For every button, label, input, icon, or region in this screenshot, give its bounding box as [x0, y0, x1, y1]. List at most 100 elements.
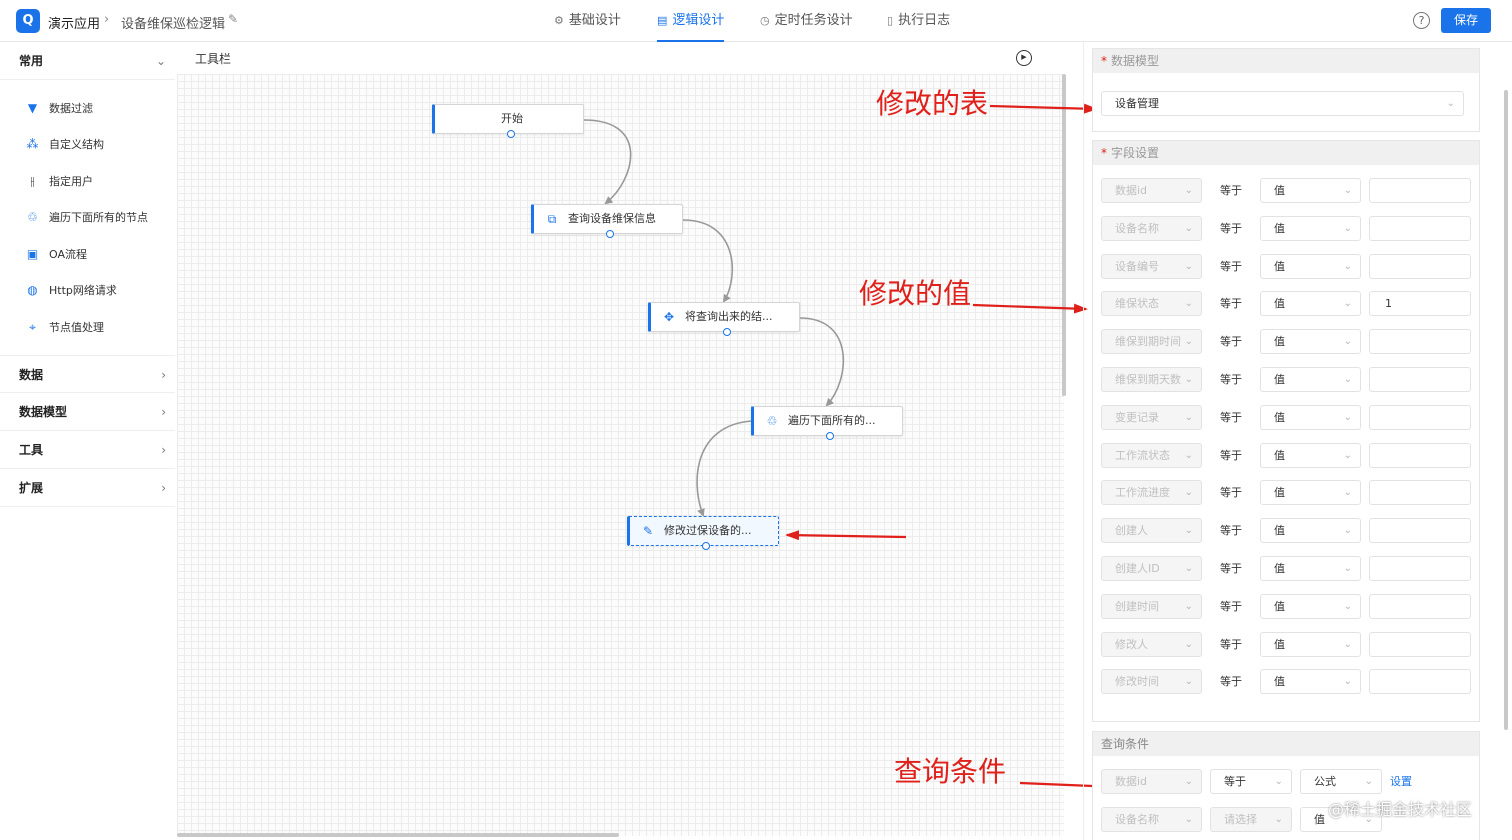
value-type-select[interactable]: 值 ⌄ — [1260, 442, 1361, 468]
value-type-select[interactable]: 值 ⌄ — [1260, 480, 1361, 506]
value-type-select[interactable]: 值 ⌄ — [1260, 215, 1361, 241]
field-value-input[interactable] — [1369, 178, 1471, 203]
flow-node-edit-expired[interactable]: ✎ 修改过保设备的... — [627, 516, 779, 550]
flow-node-query-maintenance[interactable]: ⧉ 查询设备维保信息 — [531, 204, 683, 238]
value-type-select[interactable]: 值 ⌄ — [1260, 178, 1361, 203]
palette-item-custom-structure[interactable]: ⁂ 自定义结构 — [24, 134, 105, 154]
field-name-select[interactable]: 创建人 ⌄ — [1101, 518, 1202, 544]
field-name-select[interactable]: 创建人ID ⌄ — [1101, 556, 1202, 581]
field-value-input[interactable] — [1369, 480, 1471, 506]
palette-item-http-request[interactable]: ◍ Http网络请求 — [24, 280, 117, 300]
query-field-select[interactable]: 数据id ⌄ — [1101, 769, 1202, 794]
run-play-icon[interactable]: ▶ — [1016, 50, 1032, 66]
select-value: 设备管理 — [1115, 97, 1159, 110]
query-field-select[interactable]: 设备名称 ⌄ — [1101, 807, 1202, 832]
canvas-horizontal-scrollbar[interactable] — [177, 833, 619, 837]
field-value-input[interactable]: 1 — [1369, 291, 1471, 317]
field-settings-section: * 字段设置 数据id ⌄ 等于值 ⌄ 设备名称 ⌄ 等于值 ⌄ 设备编号 ⌄ 等于值 ⌄ 维保状态 ⌄ 等于… — [1092, 140, 1480, 722]
app-logo-icon[interactable]: Q — [16, 9, 40, 33]
palette-item-node-value[interactable]: ⌖ 节点值处理 — [24, 317, 104, 337]
panel-scrollbar[interactable] — [1504, 90, 1508, 730]
field-name-select[interactable]: 工作流状态 ⌄ — [1101, 442, 1202, 468]
value-type-select[interactable]: 值 ⌄ — [1260, 329, 1361, 355]
field-name-select[interactable]: 设备名称 ⌄ — [1101, 215, 1202, 241]
edit-title-icon[interactable]: ✎ — [228, 12, 238, 26]
output-port[interactable] — [702, 542, 710, 550]
output-port[interactable] — [507, 130, 515, 138]
field-value-input[interactable] — [1369, 631, 1471, 657]
query-operator-select[interactable]: 请选择 ⌄ — [1210, 807, 1292, 832]
palette-item-loop-nodes[interactable]: ♲ 遍历下面所有的节点 — [24, 207, 148, 227]
palette-item-label: 指定用户 — [49, 175, 93, 188]
field-value-input[interactable] — [1369, 253, 1471, 279]
chevron-down-icon: ⌄ — [1184, 374, 1193, 385]
field-value-input[interactable] — [1369, 442, 1471, 468]
value-type-select[interactable]: 值 ⌄ — [1260, 253, 1361, 279]
field-value-input[interactable] — [1369, 404, 1471, 430]
group-extensions[interactable]: 扩展 › — [0, 469, 175, 507]
chevron-right-icon: › — [161, 481, 166, 495]
field-name-select[interactable]: 修改时间 ⌄ — [1101, 669, 1202, 695]
flow-canvas[interactable] — [177, 74, 1064, 836]
annotation-query-condition: 查询条件 — [894, 755, 1007, 788]
field-value-input[interactable] — [1369, 367, 1471, 392]
canvas-vertical-scrollbar[interactable] — [1062, 74, 1066, 396]
value-type-select[interactable]: 值 ⌄ — [1260, 593, 1361, 619]
tab-scheduled-task[interactable]: ◷ 定时任务设计 — [760, 0, 853, 42]
group-common[interactable]: 常用 ⌄ — [0, 42, 175, 80]
select-value: 维保状态 — [1115, 297, 1159, 311]
field-name-select[interactable]: 变更记录 ⌄ — [1101, 404, 1202, 430]
palette-item-oa-flow[interactable]: ▣ OA流程 — [24, 244, 87, 264]
flow-node-move-results[interactable]: ✥ 将查询出来的结... — [648, 302, 800, 336]
field-value-input[interactable] — [1369, 593, 1471, 619]
group-tools[interactable]: 工具 › — [0, 431, 175, 469]
palette-item-data-filter[interactable]: ▼ 数据过滤 — [24, 98, 93, 118]
node-label: 查询设备维保信息 — [568, 212, 656, 225]
field-value-input[interactable] — [1369, 556, 1471, 581]
app-name[interactable]: 演示应用 — [48, 13, 100, 32]
operator-label: 等于 — [1220, 410, 1242, 424]
field-value-input[interactable] — [1369, 215, 1471, 241]
tab-logic-design[interactable]: ▤ 逻辑设计 — [657, 0, 725, 42]
operator-label: 等于 — [1220, 562, 1242, 575]
tab-basic-design[interactable]: ⚙ 基础设计 — [554, 0, 621, 42]
value-type-select[interactable]: 值 ⌄ — [1260, 556, 1361, 581]
document-icon: ▯ — [887, 14, 894, 27]
value-type-select[interactable]: 值 ⌄ — [1260, 669, 1361, 695]
field-name-select[interactable]: 维保状态 ⌄ — [1101, 291, 1202, 317]
field-value-input[interactable] — [1369, 518, 1471, 544]
field-name-select[interactable]: 工作流进度 ⌄ — [1101, 480, 1202, 506]
field-name-select[interactable]: 修改人 ⌄ — [1101, 631, 1202, 657]
flow-node-loop-all[interactable]: ♲ 遍历下面所有的... — [751, 406, 903, 440]
field-value-input[interactable] — [1369, 329, 1471, 355]
output-port[interactable] — [826, 432, 834, 440]
query-type-select[interactable]: 公式 ⌄ — [1300, 769, 1382, 794]
field-name-select[interactable]: 设备编号 ⌄ — [1101, 253, 1202, 279]
field-name-select[interactable]: 数据id ⌄ — [1101, 178, 1202, 203]
value-type-select[interactable]: 值 ⌄ — [1260, 404, 1361, 430]
tab-execution-log[interactable]: ▯ 执行日志 — [887, 0, 950, 42]
query-operator-select[interactable]: 等于 ⌄ — [1210, 769, 1292, 794]
flow-node-start[interactable]: 开始 — [432, 104, 584, 138]
group-label: 常用 — [19, 54, 44, 68]
value-type-select[interactable]: 值 ⌄ — [1260, 518, 1361, 544]
select-value: 值 — [1274, 448, 1285, 462]
chevron-down-icon: ⌄ — [1184, 336, 1193, 348]
select-value: 值 — [1274, 335, 1285, 349]
value-type-select[interactable]: 值 ⌄ — [1260, 367, 1361, 392]
query-set-link[interactable]: 设置 — [1390, 769, 1412, 794]
value-type-select[interactable]: 值 ⌄ — [1260, 291, 1361, 317]
save-button[interactable]: 保存 — [1441, 8, 1491, 33]
field-name-select[interactable]: 维保到期时间 ⌄ — [1101, 329, 1202, 355]
field-value-input[interactable] — [1369, 669, 1471, 695]
help-icon[interactable]: ? — [1413, 12, 1430, 29]
group-data-model[interactable]: 数据模型 › — [0, 393, 175, 431]
output-port[interactable] — [606, 230, 614, 238]
field-name-select[interactable]: 维保到期天数 ⌄ — [1101, 367, 1202, 392]
value-type-select[interactable]: 值 ⌄ — [1260, 631, 1361, 657]
group-data[interactable]: 数据 › — [0, 355, 175, 393]
field-name-select[interactable]: 创建时间 ⌄ — [1101, 593, 1202, 619]
output-port[interactable] — [723, 328, 731, 336]
palette-item-assign-user[interactable]: ⫲ 指定用户 — [24, 171, 93, 191]
data-model-select[interactable]: 设备管理 ⌄ — [1101, 91, 1464, 116]
